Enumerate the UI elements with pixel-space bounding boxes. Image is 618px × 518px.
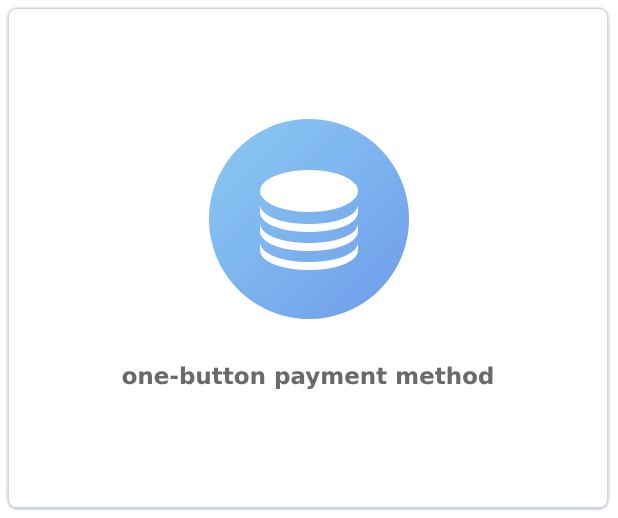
database-coins-icon: [260, 170, 358, 270]
payment-method-card[interactable]: one-button payment method: [8, 8, 608, 508]
card-caption: one-button payment method: [121, 364, 495, 390]
payment-icon-badge: [209, 119, 409, 319]
